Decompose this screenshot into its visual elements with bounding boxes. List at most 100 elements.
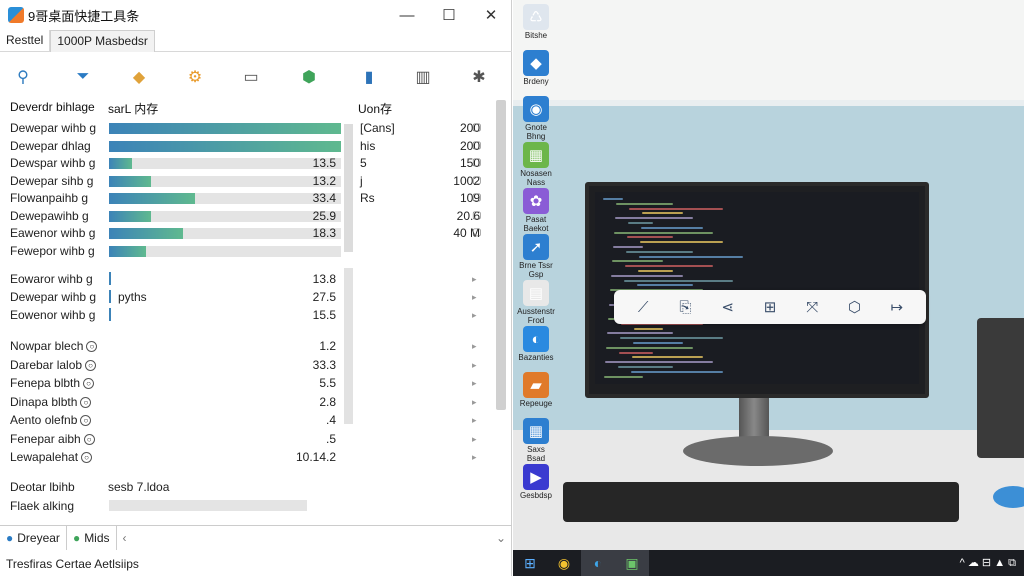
bottom-tab-mids[interactable]: ● Mids bbox=[67, 525, 117, 550]
code-line bbox=[612, 260, 663, 263]
box-icon[interactable]: ⬡ bbox=[844, 296, 866, 318]
row-label[interactable]: Fenepar aibh ○ bbox=[10, 432, 95, 446]
windows-icon[interactable]: ⊞ bbox=[513, 550, 547, 576]
tag-icon[interactable]: ◆ bbox=[128, 66, 150, 88]
expand-arrow-icon[interactable]: ▸ bbox=[472, 341, 477, 352]
row-label[interactable]: Eowaror wihb g bbox=[10, 272, 93, 286]
shield-icon[interactable]: ⬢ bbox=[298, 66, 320, 88]
system-tray[interactable]: ^ ☁ ⊟ ▲ ⧉ bbox=[960, 550, 1016, 576]
minimize-button[interactable]: — bbox=[386, 0, 428, 30]
app-window: 9哥桌面快捷工具条 — ☐ ✕ Resttel 1000P Masbedsr ⚲… bbox=[0, 0, 512, 576]
gear-icon[interactable]: ⚙ bbox=[184, 66, 206, 88]
tab-resttel[interactable]: Resttel bbox=[0, 30, 51, 52]
scrollbar-lower[interactable] bbox=[344, 268, 353, 424]
scrollbar-right[interactable] bbox=[496, 100, 506, 410]
row-label[interactable]: Dewepar dhlag bbox=[10, 139, 91, 153]
row-checkbox-icon[interactable]: ▢ bbox=[472, 210, 481, 221]
row-label[interactable]: Dewepar wihb g bbox=[10, 290, 96, 304]
row-checkbox-icon[interactable]: ▢ bbox=[472, 175, 481, 186]
code-line bbox=[620, 337, 723, 340]
desktop-shortcut[interactable]: ◐ Bazanties bbox=[517, 326, 555, 362]
close-button[interactable]: ✕ bbox=[470, 0, 512, 30]
crop-icon[interactable]: ⟋ bbox=[632, 296, 654, 318]
row-status: 5 bbox=[360, 156, 367, 170]
row-checkbox-icon[interactable]: ▢ bbox=[472, 227, 481, 238]
chevron-left-icon[interactable]: ‹ bbox=[117, 526, 133, 550]
row-label[interactable]: Dinapa blbth ○ bbox=[10, 394, 92, 409]
row-value: 13.5 bbox=[312, 156, 336, 170]
toolbar: ⚲ ⏷ ◆ ⚙ ▭ ⬢ ▮ ▥ ✱ bbox=[0, 58, 512, 96]
desktop-shortcut[interactable]: ♺ Bitshe bbox=[517, 4, 555, 40]
settings-icon[interactable]: ✱ bbox=[468, 66, 490, 88]
maximize-button[interactable]: ☐ bbox=[428, 0, 470, 30]
row-label[interactable]: Dewspar wihb g bbox=[10, 156, 95, 170]
row-label[interactable]: Eowenor wihb g bbox=[10, 308, 95, 322]
redirect-icon[interactable]: ↦ bbox=[886, 296, 908, 318]
expand-arrow-icon[interactable]: ▸ bbox=[472, 397, 477, 408]
info-circle-icon[interactable]: ○ bbox=[80, 396, 92, 408]
row-label[interactable]: Deotar lbihb bbox=[10, 480, 75, 494]
row-label[interactable]: Eawenor wihb g bbox=[10, 226, 95, 240]
edge-icon[interactable]: ◐ bbox=[581, 550, 615, 576]
app-icon[interactable]: ▣ bbox=[615, 550, 649, 576]
expand-arrow-icon[interactable]: ▸ bbox=[472, 415, 477, 426]
desktop-shortcut[interactable]: ◆ Brdeny bbox=[517, 50, 555, 86]
tool-icon[interactable]: ⚲ bbox=[12, 66, 34, 88]
tab-masbedsr[interactable]: 1000P Masbedsr bbox=[50, 30, 155, 52]
desktop-shortcut[interactable]: ▰ Repeuge bbox=[517, 372, 555, 408]
row-label-text: Dinapa blbth bbox=[10, 394, 78, 409]
info-circle-icon[interactable]: ○ bbox=[86, 341, 98, 353]
chrome-icon[interactable]: ◉ bbox=[547, 550, 581, 576]
desktop-shortcut[interactable]: ▦ Saxs Bsad bbox=[517, 418, 555, 463]
chevron-down-icon[interactable]: ⌄ bbox=[496, 531, 506, 545]
row-label[interactable]: Flaek alking bbox=[10, 499, 74, 513]
expand-arrow-icon[interactable]: ▸ bbox=[472, 274, 477, 285]
desktop-shortcut[interactable]: ➚ Brne Tssr Gsp bbox=[517, 234, 555, 279]
monitor-base bbox=[683, 436, 833, 466]
row-label[interactable]: Fewepor wihb g bbox=[10, 244, 95, 258]
expand-icon[interactable]: ⤧ bbox=[801, 296, 823, 318]
desktop-shortcut[interactable]: ▶ Gesbdsp bbox=[517, 464, 555, 500]
document-icon[interactable]: ▮ bbox=[358, 66, 380, 88]
expand-arrow-icon[interactable]: ▸ bbox=[472, 434, 477, 445]
layout-icon[interactable]: ▭ bbox=[240, 66, 262, 88]
grid-icon[interactable]: ⊞ bbox=[759, 296, 781, 318]
info-circle-icon[interactable]: ○ bbox=[81, 452, 93, 464]
pdf-icon[interactable]: ⎘ bbox=[674, 296, 696, 318]
row-label[interactable]: Dewepawihb g bbox=[10, 209, 89, 223]
info-circle-icon[interactable]: ○ bbox=[80, 415, 92, 427]
info-circle-icon[interactable]: ○ bbox=[83, 378, 95, 390]
title-bar: 9哥桌面快捷工具条 — ☐ ✕ bbox=[0, 0, 512, 30]
bottom-tab-dreyear[interactable]: ● Dreyear bbox=[0, 525, 67, 550]
column-header-name[interactable]: Deverdr bihlage bbox=[10, 100, 95, 114]
row-label[interactable]: Aento olefnb ○ bbox=[10, 413, 92, 427]
row-label[interactable]: Flowanpaihb g bbox=[10, 191, 88, 205]
row-checkbox-icon[interactable]: ▢ bbox=[472, 157, 481, 168]
row-label[interactable]: Dewepar wihb g bbox=[10, 121, 96, 135]
share-icon[interactable]: ⋖ bbox=[717, 296, 739, 318]
row-checkbox-icon[interactable]: ▢ bbox=[472, 192, 481, 203]
code-line bbox=[624, 279, 733, 282]
desktop-shortcut[interactable]: ◉ Gnote Bhng bbox=[517, 96, 555, 141]
expand-arrow-icon[interactable]: ▸ bbox=[472, 360, 477, 371]
info-circle-icon[interactable]: ○ bbox=[85, 359, 97, 371]
bar-chart-icon[interactable]: ▥ bbox=[412, 66, 434, 88]
expand-arrow-icon[interactable]: ▸ bbox=[472, 292, 477, 303]
row-label[interactable]: Dewepar sihb g bbox=[10, 174, 93, 188]
row-label[interactable]: Nowpar blech ○ bbox=[10, 339, 98, 353]
scrollbar-upper[interactable] bbox=[344, 124, 353, 252]
expand-arrow-icon[interactable]: ▸ bbox=[472, 310, 477, 321]
usage-bar bbox=[109, 140, 341, 152]
desktop-shortcut[interactable]: ▤ Ausstenstr Frod bbox=[517, 280, 555, 325]
row-checkbox-icon[interactable]: ▢ bbox=[472, 140, 481, 151]
row-label[interactable]: Darebar lalob ○ bbox=[10, 358, 97, 372]
column-header-memory[interactable]: sarL 内存 bbox=[108, 100, 158, 117]
row-checkbox-icon[interactable]: ▢ bbox=[472, 122, 481, 133]
column-header-storage[interactable]: Uon存 bbox=[358, 100, 392, 117]
row-label[interactable]: Lewapalehat ○ bbox=[10, 450, 93, 464]
filter-icon[interactable]: ⏷ bbox=[72, 66, 94, 88]
row-label[interactable]: Fenepa blbth ○ bbox=[10, 376, 95, 390]
expand-arrow-icon[interactable]: ▸ bbox=[472, 378, 477, 389]
expand-arrow-icon[interactable]: ▸ bbox=[472, 452, 477, 463]
info-circle-icon[interactable]: ○ bbox=[83, 433, 95, 445]
